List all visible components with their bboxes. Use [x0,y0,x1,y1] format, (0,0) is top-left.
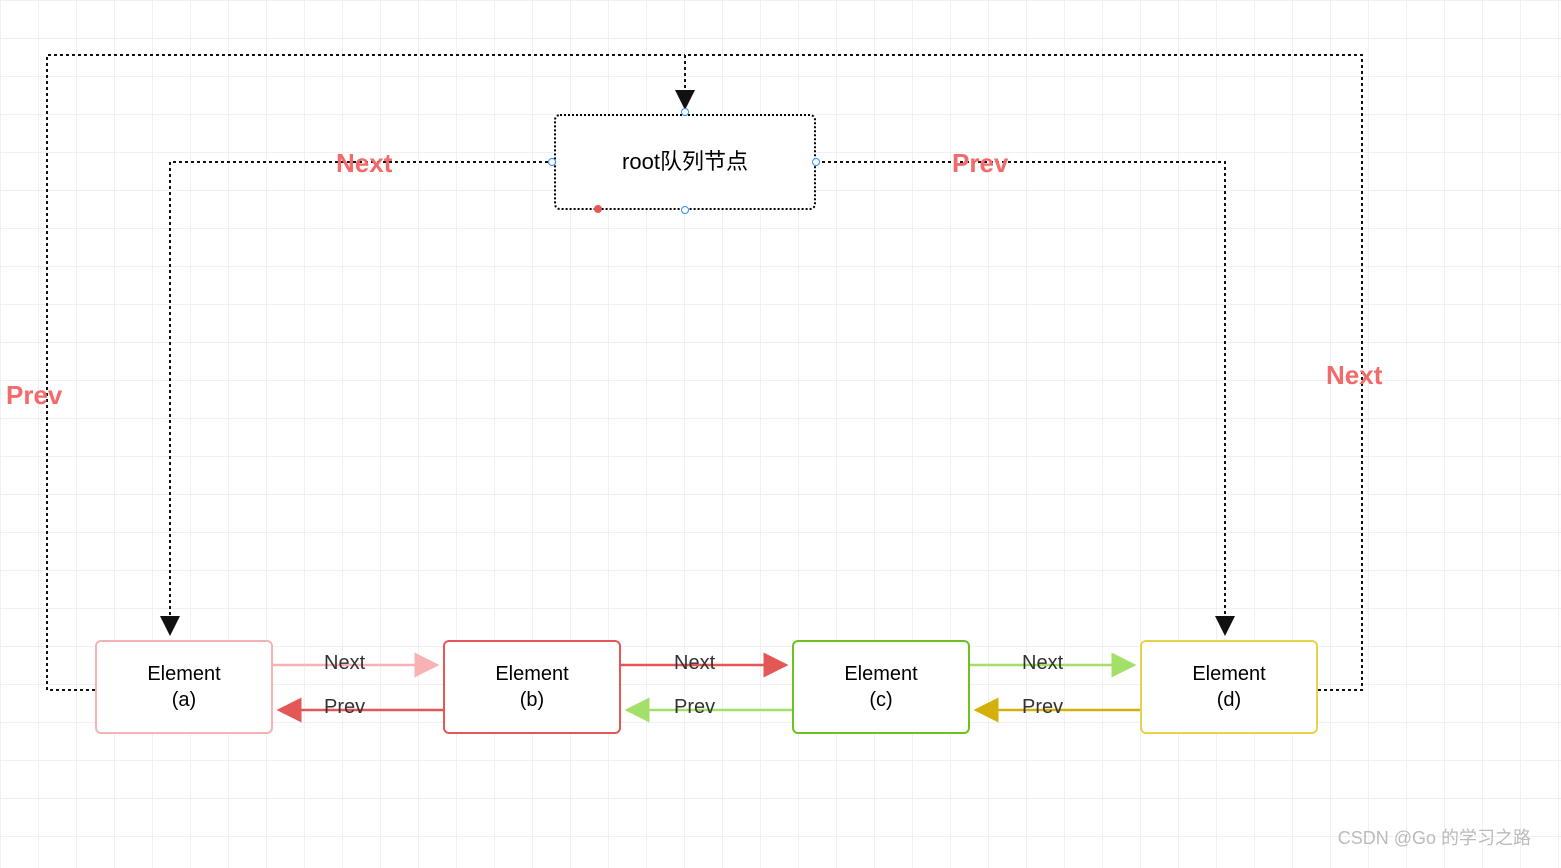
root-next-label: Next [336,148,392,179]
root-node[interactable]: root队列节点 [554,114,816,210]
diagram-canvas: root队列节点 Element (a) Element (b) Element… [0,0,1561,868]
element-c-sub: (c) [844,687,917,713]
handle-right-icon[interactable] [812,158,820,166]
handle-bottom-icon[interactable] [681,206,689,214]
element-b-sub: (b) [495,687,568,713]
watermark-text: CSDN @Go 的学习之路 [1338,824,1531,850]
element-b-node[interactable]: Element (b) [443,640,621,734]
handle-top-icon[interactable] [681,108,689,116]
element-c-title: Element [844,661,917,687]
element-d-title: Element [1192,661,1265,687]
cd-prev-label: Prev [1022,696,1063,719]
selection-dot-icon [594,205,602,213]
right-next-label: Next [1326,360,1382,391]
element-d-node[interactable]: Element (d) [1140,640,1318,734]
root-prev-label: Prev [952,148,1008,179]
element-a-node[interactable]: Element (a) [95,640,273,734]
bc-next-label: Next [674,652,715,675]
bc-prev-label: Prev [674,696,715,719]
ab-next-label: Next [324,652,365,675]
element-b-title: Element [495,661,568,687]
element-a-sub: (a) [147,687,220,713]
element-a-title: Element [147,661,220,687]
element-c-node[interactable]: Element (c) [792,640,970,734]
left-prev-label: Prev [6,380,62,411]
element-d-sub: (d) [1192,687,1265,713]
root-node-label: root队列节点 [622,148,748,177]
ab-prev-label: Prev [324,696,365,719]
cd-next-label: Next [1022,652,1063,675]
handle-left-icon[interactable] [548,158,556,166]
